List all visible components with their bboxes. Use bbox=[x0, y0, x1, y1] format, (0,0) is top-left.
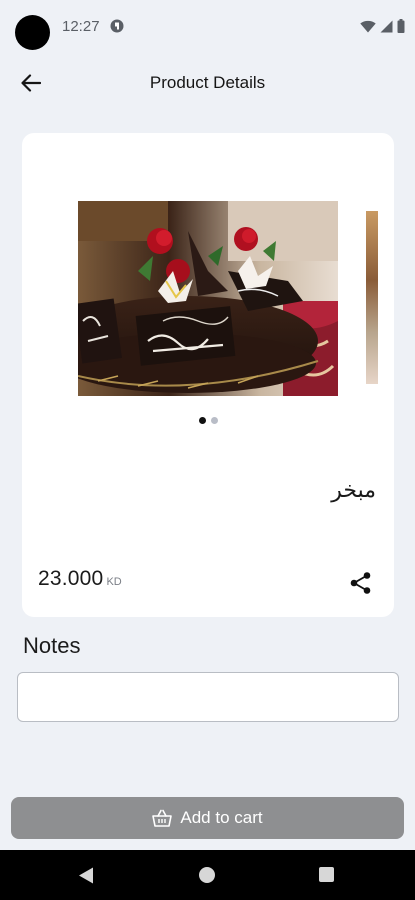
share-button[interactable] bbox=[348, 570, 374, 596]
product-photo bbox=[78, 201, 338, 396]
cellular-signal-icon bbox=[380, 20, 393, 32]
page-title: Product Details bbox=[149, 73, 266, 92]
carousel-indicator bbox=[22, 417, 394, 424]
price-currency: KD bbox=[106, 576, 122, 588]
nav-back-icon[interactable] bbox=[78, 867, 94, 884]
price-amount: 23.000 bbox=[38, 567, 104, 590]
notes-label: Notes bbox=[23, 633, 81, 658]
camera-cutout bbox=[15, 15, 50, 50]
app-bar: Product Details bbox=[0, 58, 415, 108]
product-image-next-preview[interactable] bbox=[366, 211, 378, 384]
status-indicators bbox=[360, 19, 405, 33]
wifi-icon bbox=[360, 20, 376, 32]
product-card: مبخر 23.000 KD bbox=[22, 133, 394, 617]
product-name: مبخر bbox=[331, 477, 376, 502]
nav-recents-icon[interactable] bbox=[319, 867, 334, 882]
status-time: 12:27 bbox=[62, 18, 100, 35]
system-navigation-bar bbox=[0, 850, 415, 900]
add-to-cart-button[interactable]: Add to cart bbox=[11, 797, 404, 839]
add-to-cart-label: Add to cart bbox=[180, 808, 263, 827]
carousel-dot[interactable] bbox=[210, 417, 218, 424]
share-icon bbox=[350, 572, 371, 594]
basket-icon bbox=[152, 809, 173, 827]
carousel-dot-active[interactable] bbox=[198, 417, 206, 424]
battery-icon bbox=[397, 19, 405, 33]
nav-home-icon[interactable] bbox=[199, 867, 215, 883]
status-bar: 12:27 bbox=[0, 0, 415, 58]
product-price: 23.000 KD bbox=[38, 567, 122, 591]
product-image[interactable] bbox=[78, 201, 338, 396]
app-notification-icon bbox=[110, 19, 124, 33]
product-image-carousel[interactable] bbox=[22, 133, 394, 433]
notes-input[interactable] bbox=[17, 672, 399, 722]
